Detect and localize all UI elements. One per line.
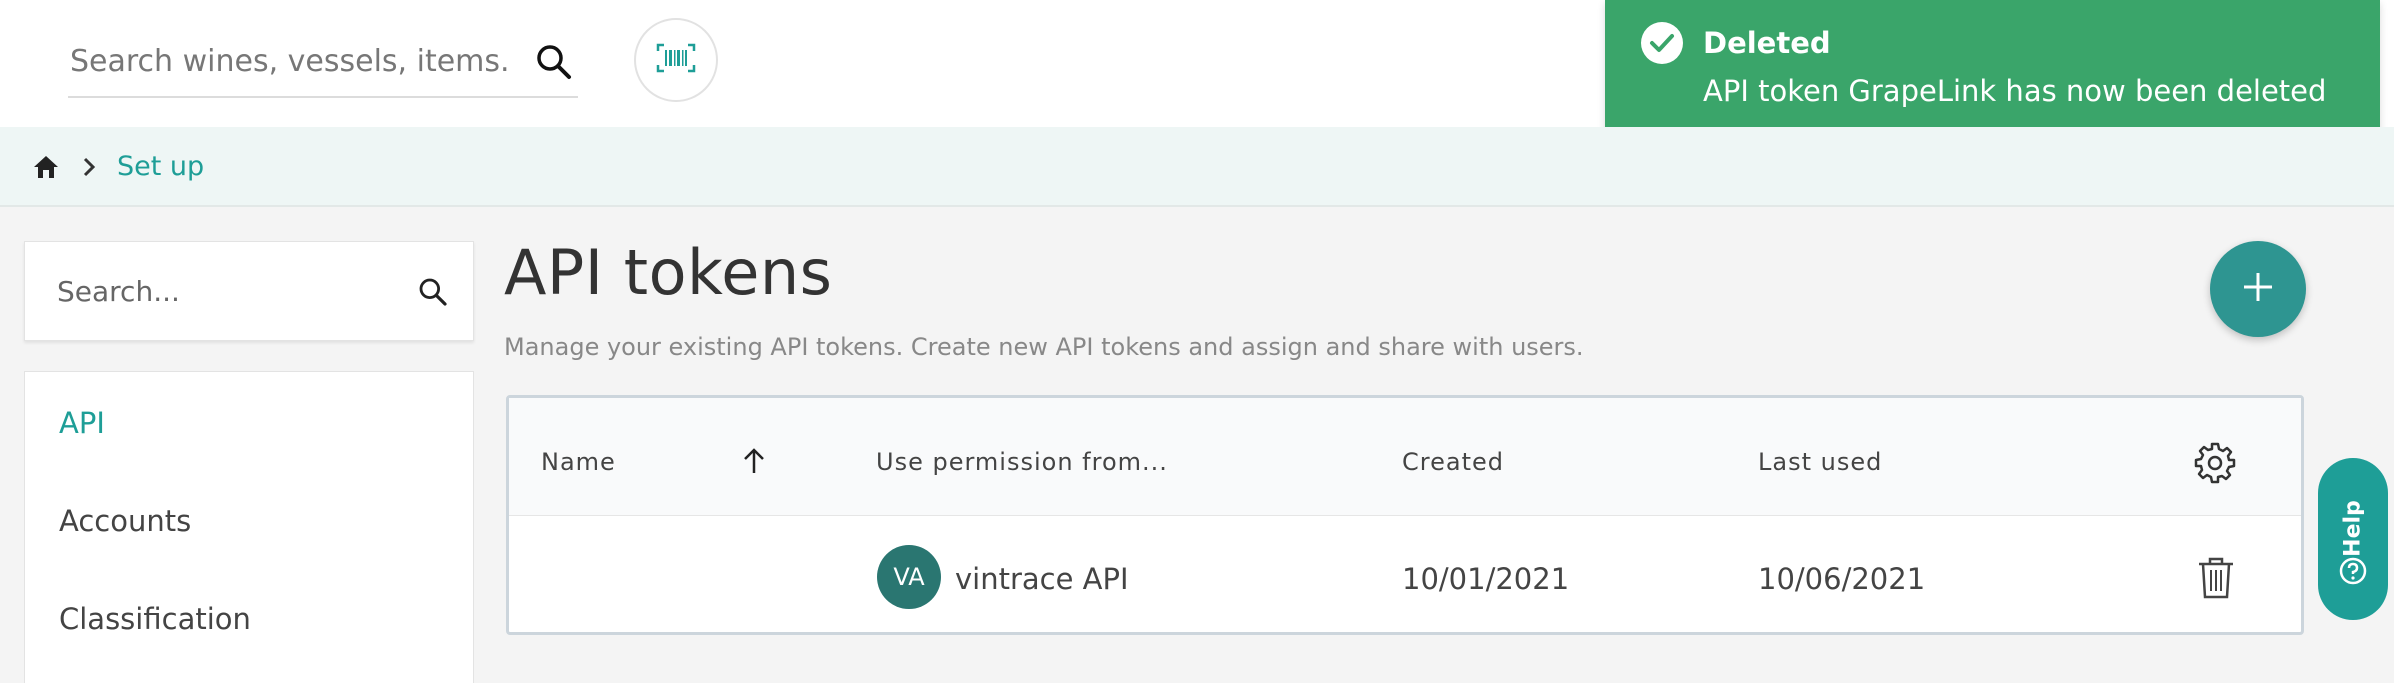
sidebar-item-api[interactable]: API [59, 406, 105, 440]
toast-message: API token GrapeLink has now been deleted [1703, 74, 2327, 108]
column-last-used[interactable]: Last used [1758, 448, 1882, 476]
global-search [68, 28, 578, 98]
chevron-right-icon [80, 156, 98, 182]
help-label: Help [2340, 500, 2366, 557]
search-icon[interactable] [417, 276, 449, 312]
sidebar-search-input[interactable] [57, 262, 417, 320]
search-icon[interactable] [534, 42, 574, 86]
breadcrumb-setup-link[interactable]: Set up [117, 151, 204, 182]
created-date: 10/01/2021 [1402, 562, 1570, 596]
column-permission[interactable]: Use permission from... [876, 448, 1168, 476]
plus-icon [2241, 270, 2275, 308]
arrow-up-icon[interactable] [741, 446, 767, 480]
barcode-scan-button[interactable] [634, 18, 718, 102]
page-description: Manage your existing API tokens. Create … [504, 333, 1584, 361]
gear-icon[interactable] [2192, 440, 2238, 490]
table-header: Name Use permission from... Created Last… [509, 398, 2301, 516]
add-token-button[interactable] [2210, 241, 2306, 337]
toast-title: Deleted [1703, 26, 1831, 60]
breadcrumb: Set up [0, 127, 2394, 207]
sidebar-search [24, 241, 474, 341]
sidebar-nav: API Accounts Classification [24, 371, 474, 683]
avatar: VA [877, 545, 941, 609]
barcode-scan-icon [656, 43, 696, 77]
page-title: API tokens [504, 236, 833, 309]
question-circle-icon [2338, 556, 2368, 590]
table-row[interactable]: VA vintrace API 10/01/2021 10/06/2021 [509, 516, 2301, 635]
check-circle-icon [1641, 22, 1683, 64]
global-search-input[interactable] [70, 28, 510, 94]
permission-from: vintrace API [955, 562, 1129, 596]
api-tokens-table: Name Use permission from... Created Last… [506, 395, 2304, 635]
column-created[interactable]: Created [1402, 448, 1504, 476]
home-icon[interactable] [32, 154, 60, 184]
success-toast: Deleted API token GrapeLink has now been… [1605, 0, 2380, 138]
column-name[interactable]: Name [541, 448, 616, 476]
sidebar-item-classification[interactable]: Classification [59, 602, 251, 636]
sidebar-item-accounts[interactable]: Accounts [59, 504, 191, 538]
help-tab[interactable]: Help [2318, 458, 2388, 620]
last-used-date: 10/06/2021 [1758, 562, 1926, 596]
trash-icon[interactable] [2197, 556, 2235, 604]
